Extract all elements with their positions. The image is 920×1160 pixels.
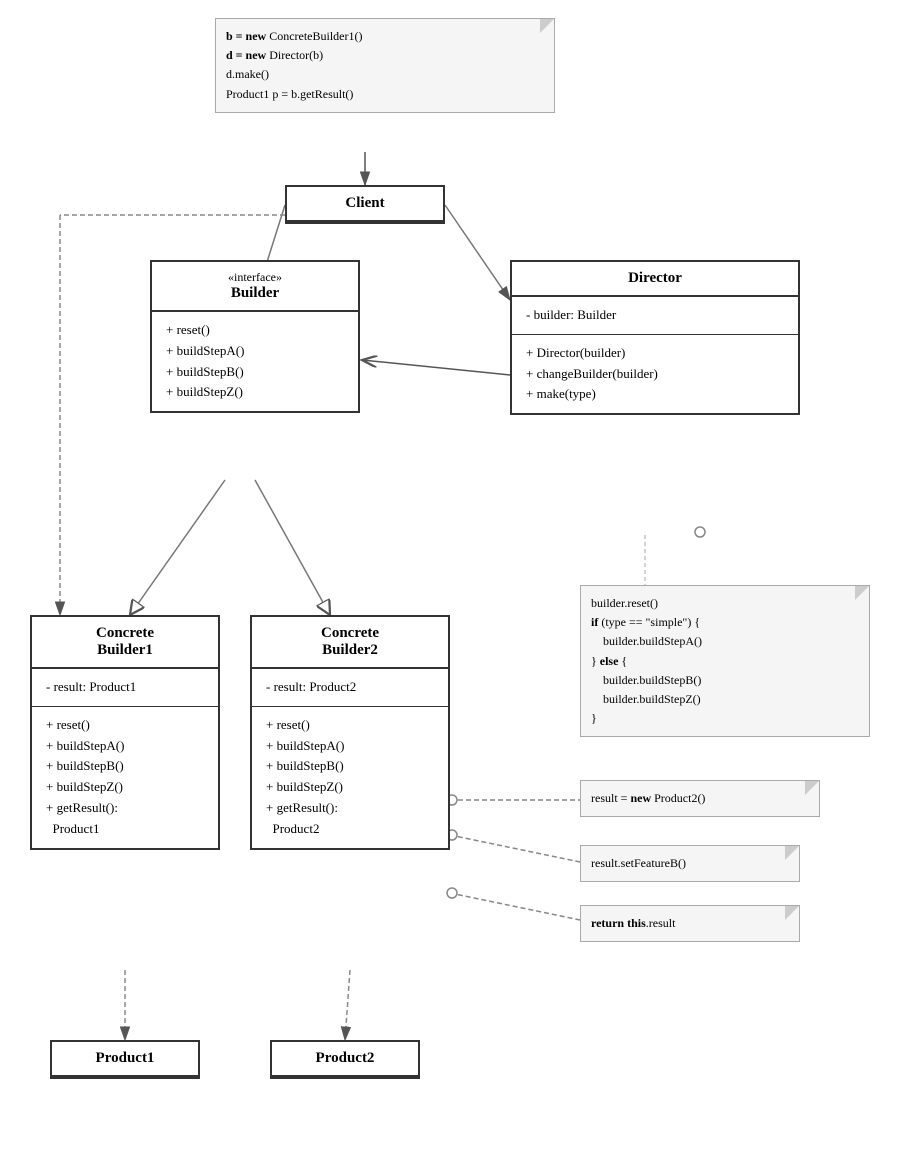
director-method-3: + make(type) [526, 384, 784, 405]
cb1-method-2: + buildStepA() [46, 736, 204, 757]
client-note: b = new ConcreteBuilder1() d = new Direc… [215, 18, 555, 113]
dnote-line6: builder.buildStepZ() [591, 690, 859, 709]
director-note: builder.reset() if (type == "simple") { … [580, 585, 870, 737]
cb2-box: ConcreteBuilder2 - result: Product2 + re… [250, 615, 450, 850]
note-featureb-text: result.setFeatureB() [591, 856, 686, 870]
cb1-header: ConcreteBuilder1 [32, 617, 218, 669]
director-methods: + Director(builder) + changeBuilder(buil… [512, 335, 798, 413]
director-label: Director [512, 262, 798, 297]
client-box: Client [285, 185, 445, 224]
dnote-line7: } [591, 709, 859, 728]
builder-method-1: + reset() [166, 320, 344, 341]
cb1-method-1: + reset() [46, 715, 204, 736]
director-field: - builder: Builder [512, 297, 798, 335]
note-reset-text: result = new Product2() [591, 791, 705, 805]
builder-box: «interface» Builder + reset() + buildSte… [150, 260, 360, 413]
builder-method-3: + buildStepB() [166, 362, 344, 383]
builder-method-4: + buildStepZ() [166, 382, 344, 403]
arrows-svg [0, 0, 920, 1160]
cb2-label: ConcreteBuilder2 [321, 625, 379, 658]
client-note-line1: b = new ConcreteBuilder1() [226, 27, 544, 46]
cb1-method-4: + buildStepZ() [46, 777, 204, 798]
cb2-method-5: + getResult(): Product2 [266, 798, 434, 840]
dnote-line5: builder.buildStepB() [591, 671, 859, 690]
cb1-label: ConcreteBuilder1 [96, 625, 154, 658]
cb1-methods: + reset() + buildStepA() + buildStepB() … [32, 707, 218, 848]
cb2-method-2: + buildStepA() [266, 736, 434, 757]
client-note-line2: d = new Director(b) [226, 46, 544, 65]
director-method-1: + Director(builder) [526, 343, 784, 364]
cb1-box: ConcreteBuilder1 - result: Product1 + re… [30, 615, 220, 850]
dnote-line1: builder.reset() [591, 594, 859, 613]
director-method-2: + changeBuilder(builder) [526, 364, 784, 385]
cb2-header: ConcreteBuilder2 [252, 617, 448, 669]
cb2-method-4: + buildStepZ() [266, 777, 434, 798]
dnote-line4: } else { [591, 652, 859, 671]
client-note-line4: Product1 p = b.getResult() [226, 85, 544, 104]
product1-label: Product1 [52, 1042, 198, 1077]
cb1-method-5: + getResult(): Product1 [46, 798, 204, 840]
builder-stereotype: «interface» [164, 270, 346, 285]
note-return-text: return this.result [591, 916, 675, 930]
client-label: Client [287, 187, 443, 222]
cb2-method-3: + buildStepB() [266, 756, 434, 777]
product2-box: Product2 [270, 1040, 420, 1079]
dnote-line3: builder.buildStepA() [591, 632, 859, 651]
builder-method-2: + buildStepA() [166, 341, 344, 362]
client-note-line3: d.make() [226, 65, 544, 84]
note-featureb: result.setFeatureB() [580, 845, 800, 882]
dnote-line2: if (type == "simple") { [591, 613, 859, 632]
note-return: return this.result [580, 905, 800, 942]
builder-label: Builder [231, 285, 279, 301]
product1-box: Product1 [50, 1040, 200, 1079]
cb1-field: - result: Product1 [32, 669, 218, 707]
cb1-method-3: + buildStepB() [46, 756, 204, 777]
builder-header: «interface» Builder [152, 262, 358, 312]
cb2-field: - result: Product2 [252, 669, 448, 707]
builder-methods: + reset() + buildStepA() + buildStepB() … [152, 312, 358, 411]
diagram-container: b = new ConcreteBuilder1() d = new Direc… [0, 0, 920, 1160]
product2-label: Product2 [272, 1042, 418, 1077]
cb2-methods: + reset() + buildStepA() + buildStepB() … [252, 707, 448, 848]
cb2-method-1: + reset() [266, 715, 434, 736]
note-reset: result = new Product2() [580, 780, 820, 817]
director-box: Director - builder: Builder + Director(b… [510, 260, 800, 415]
